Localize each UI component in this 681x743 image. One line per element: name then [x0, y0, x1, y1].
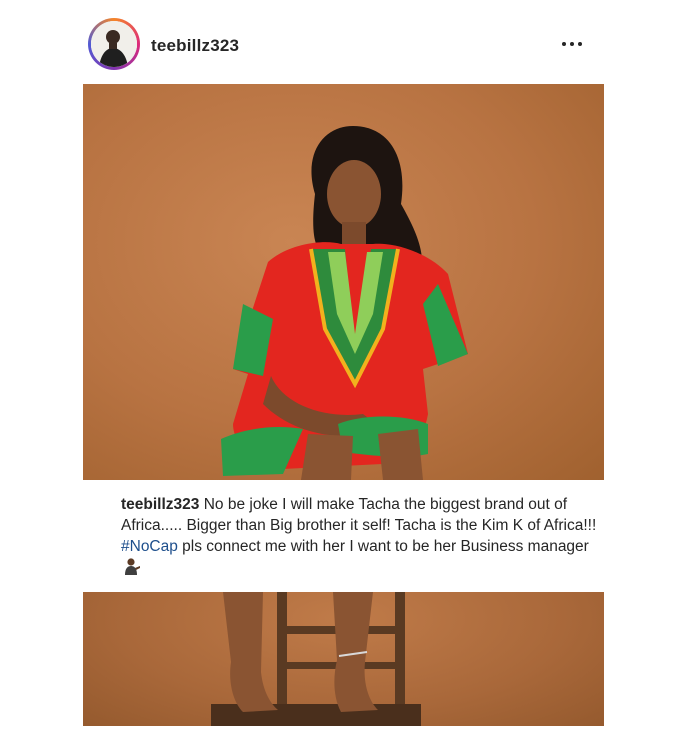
avatar[interactable]	[88, 18, 140, 70]
post-photo	[83, 84, 604, 480]
photo-woman-in-dashiki	[221, 126, 468, 480]
person-tipping-hand-icon	[123, 557, 141, 575]
more-options-icon[interactable]	[559, 33, 585, 53]
avatar-image	[91, 21, 137, 67]
post-username[interactable]: teebillz323	[151, 36, 239, 56]
post-header: teebillz323	[0, 0, 681, 82]
post-photo-lower	[83, 592, 604, 726]
caption-text-2: pls connect me with her I want to be her…	[177, 538, 589, 555]
caption-username[interactable]: teebillz323	[121, 496, 199, 513]
hashtag-link[interactable]: #NoCap	[121, 538, 178, 555]
post-caption: teebillz323 No be joke I will make Tacha…	[121, 494, 601, 578]
photo-legs-on-stool	[211, 592, 421, 726]
